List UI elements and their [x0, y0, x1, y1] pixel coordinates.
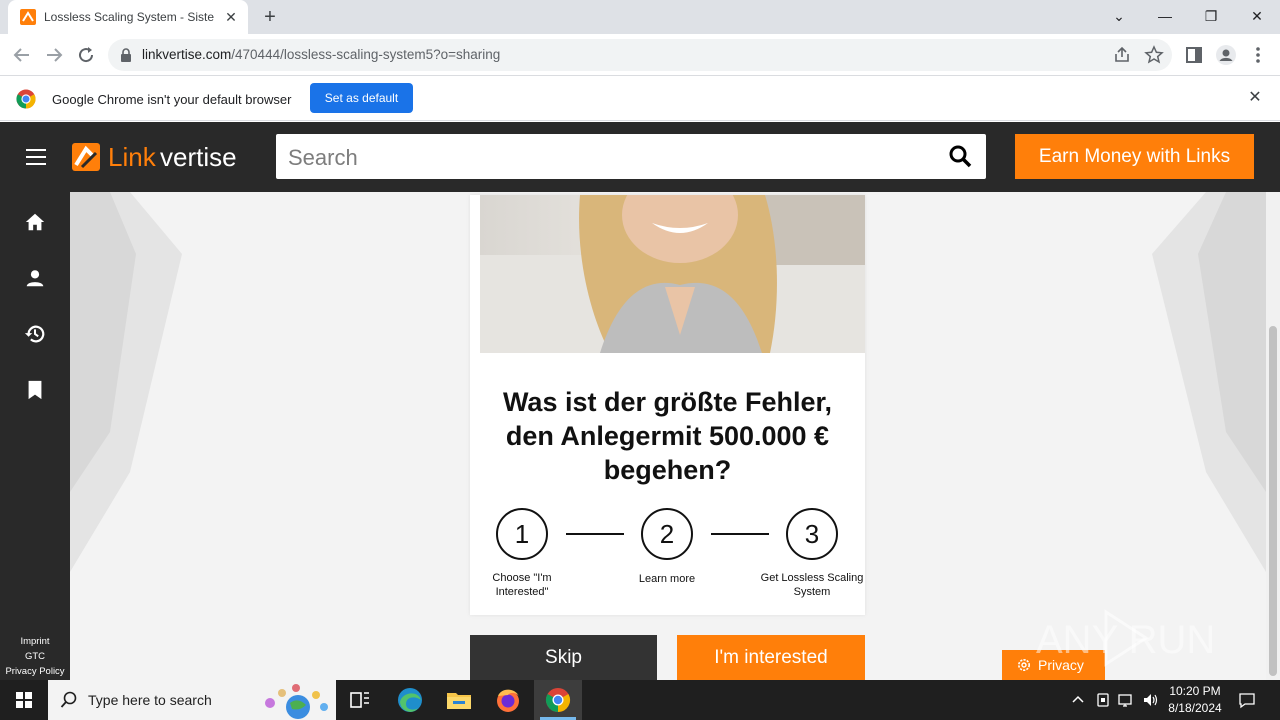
imprint-link[interactable]: Imprint: [0, 634, 70, 649]
step-3-label: Get Lossless Scaling System: [760, 572, 864, 598]
new-tab-button[interactable]: +: [258, 6, 282, 30]
tab-search-icon[interactable]: ⌄: [1096, 0, 1142, 34]
bookmark-icon[interactable]: [24, 379, 46, 401]
chrome-logo-icon: [16, 89, 36, 109]
close-window-button[interactable]: ✕: [1234, 0, 1280, 34]
interested-button[interactable]: I'm interested: [677, 635, 865, 680]
tab-strip: Lossless Scaling System - Sistem ✕ + ⌄ —…: [0, 0, 1280, 34]
address-bar[interactable]: linkvertise.com/470444/lossless-scaling-…: [108, 39, 1172, 71]
search-highlight-icon: [265, 684, 328, 719]
url-host: linkvertise.com: [142, 47, 232, 62]
tray-device-icon[interactable]: [1095, 692, 1111, 708]
infobar-message: Google Chrome isn't your default browser: [52, 92, 292, 107]
logo-text-vertise: vertise: [160, 142, 237, 172]
task-view-icon[interactable]: [344, 684, 376, 716]
step-3-circle: 3: [786, 508, 838, 560]
ad-card: Was ist der größte Fehler, den Anlegermi…: [470, 195, 865, 615]
tab-title: Lossless Scaling System - Sistem: [44, 10, 214, 24]
step-2-label: Learn more: [638, 573, 696, 585]
firefox-icon[interactable]: [492, 684, 524, 716]
url-path: /470444/lossless-scaling-system5?o=shari…: [231, 47, 501, 62]
page-scrollbar[interactable]: [1266, 192, 1280, 680]
taskbar-clock[interactable]: 10:20 PM 8/18/2024: [1160, 683, 1230, 717]
ad-photo[interactable]: [480, 195, 865, 353]
network-icon[interactable]: [1118, 692, 1136, 708]
linkvertise-favicon-icon: [20, 9, 36, 25]
privacy-policy-link[interactable]: Privacy Policy: [0, 664, 70, 679]
tab-close-icon[interactable]: ✕: [222, 8, 240, 26]
scrollbar-thumb[interactable]: [1269, 326, 1277, 676]
infobar-close-icon[interactable]: ✕: [1246, 89, 1264, 107]
clock-date: 8/18/2024: [1168, 701, 1222, 715]
tray-overflow-icon[interactable]: [1070, 692, 1086, 708]
taskbar-search-placeholder: Type here to search: [88, 692, 212, 708]
file-explorer-icon[interactable]: [443, 684, 475, 716]
default-browser-infobar: Google Chrome isn't your default browser…: [0, 77, 1280, 121]
windows-start-icon[interactable]: [0, 680, 48, 720]
history-icon[interactable]: [24, 323, 46, 345]
url-text: linkvertise.com/470444/lossless-scaling-…: [142, 47, 500, 62]
step-1-label: Choose "I'm Interested": [492, 572, 552, 598]
volume-icon[interactable]: [1142, 692, 1160, 708]
browser-tab[interactable]: Lossless Scaling System - Sistem ✕: [8, 0, 248, 34]
back-icon[interactable]: [10, 43, 34, 67]
logo-text-link: Link: [108, 142, 156, 172]
clock-time: 10:20 PM: [1169, 684, 1221, 698]
sidebar-footer: Imprint GTC Privacy Policy: [0, 634, 70, 679]
earn-money-button[interactable]: Earn Money with Links: [1015, 134, 1254, 179]
taskbar: Type here to search 10:20 PM 8/18/2024: [0, 680, 1280, 720]
hamburger-menu-icon[interactable]: [26, 149, 46, 165]
step-1-circle: 1: [496, 508, 548, 560]
search-icon[interactable]: [948, 144, 972, 168]
lock-icon[interactable]: [120, 48, 132, 62]
skip-button[interactable]: Skip: [470, 635, 657, 680]
user-icon[interactable]: [24, 267, 46, 289]
linkvertise-logo-icon: [72, 143, 100, 171]
set-as-default-button[interactable]: Set as default: [310, 83, 413, 113]
minimize-button[interactable]: —: [1142, 0, 1188, 34]
taskbar-search-input[interactable]: Type here to search: [48, 680, 336, 720]
chrome-taskbar-icon: [545, 688, 571, 712]
share-icon[interactable]: [1112, 45, 1132, 65]
ad-headline: Was ist der größte Fehler, den Anlegermi…: [502, 387, 833, 485]
reload-icon[interactable]: [74, 43, 98, 67]
search-placeholder: Search: [288, 145, 358, 170]
step-connector: [711, 533, 769, 535]
home-icon[interactable]: [24, 211, 46, 233]
notifications-icon[interactable]: [1238, 691, 1256, 709]
watermark-text: ANY RUN: [1036, 618, 1215, 662]
gear-icon: [1018, 659, 1030, 671]
step-connector: [566, 533, 624, 535]
bookmark-star-icon[interactable]: [1144, 45, 1164, 65]
browser-toolbar: linkvertise.com/470444/lossless-scaling-…: [0, 34, 1280, 76]
menu-kebab-icon[interactable]: [1246, 43, 1270, 67]
side-panel-icon[interactable]: [1182, 43, 1206, 67]
site-search-input[interactable]: Search: [276, 134, 986, 179]
edge-icon[interactable]: [394, 684, 426, 716]
chrome-taskbar-button[interactable]: [534, 680, 582, 720]
profile-avatar-icon[interactable]: [1214, 43, 1238, 67]
step-2-circle: 2: [641, 508, 693, 560]
forward-icon[interactable]: [42, 43, 66, 67]
anyrun-watermark: ANY RUN: [1036, 609, 1215, 667]
restore-button[interactable]: ❐: [1188, 0, 1234, 34]
gtc-link[interactable]: GTC: [0, 649, 70, 664]
site-header: Link vertise Search Earn Money with Link…: [0, 122, 1280, 192]
taskbar-search-icon: [60, 691, 77, 708]
sidebar: Imprint GTC Privacy Policy: [0, 192, 70, 680]
linkvertise-logo[interactable]: Link vertise: [70, 140, 250, 174]
